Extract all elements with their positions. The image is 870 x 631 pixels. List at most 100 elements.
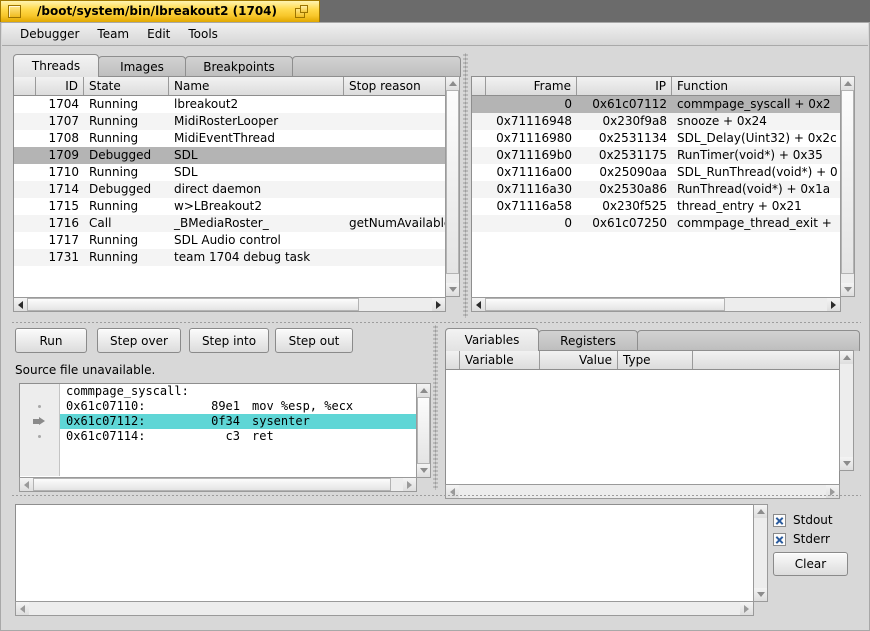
table-row[interactable]: 0x71116a580x230f525thread_entry + 0x21 (472, 198, 840, 215)
scroll-down-icon[interactable] (754, 588, 767, 601)
stack-hscroll-thumb[interactable] (485, 298, 725, 311)
disassembly-gutter[interactable] (20, 429, 60, 444)
disassembly-line[interactable]: 0x61c07114:c3ret (20, 429, 416, 444)
menu-debugger[interactable]: Debugger (11, 25, 88, 44)
disassembly-gutter[interactable] (20, 414, 60, 429)
table-row[interactable]: 1716Call_BMediaRoster_getNumAvailable() (14, 215, 445, 232)
zoom-box-icon[interactable] (295, 5, 311, 19)
scroll-down-icon[interactable] (446, 283, 459, 296)
disassembly-line[interactable]: 0x61c07110:89e1mov %esp, %ecx (20, 399, 416, 414)
close-box-icon[interactable] (8, 5, 21, 18)
table-row[interactable]: 1708RunningMidiEventThread (14, 130, 445, 147)
scroll-right-icon[interactable] (432, 298, 445, 311)
disasm-vscroll-thumb[interactable] (417, 397, 430, 464)
variables-vscrollbar[interactable] (839, 350, 854, 471)
scroll-down-icon[interactable] (841, 283, 854, 296)
scroll-down-icon[interactable] (417, 464, 430, 477)
scroll-up-icon[interactable] (841, 77, 854, 90)
variables-col-value[interactable]: Value (540, 351, 618, 369)
threads-vscroll-thumb[interactable] (446, 90, 459, 274)
threads-col-id[interactable]: ID (36, 77, 84, 95)
scroll-up-icon[interactable] (446, 77, 459, 90)
stacktrace-table-body[interactable]: 00x61c07112commpage_syscall + 0x20x71116… (472, 96, 840, 310)
console-splitter[interactable] (11, 493, 861, 498)
variables-col-type[interactable]: Type (618, 351, 693, 369)
stdout-checkbox-row[interactable]: Stdout (773, 513, 848, 527)
stacktrace-vscrollbar[interactable] (840, 76, 855, 297)
console-hscrollbar[interactable] (15, 601, 754, 616)
top-panels-splitter[interactable] (463, 53, 468, 318)
stack-vscroll-thumb[interactable] (841, 90, 854, 274)
scroll-down-icon[interactable] (840, 457, 853, 470)
threads-col-marker[interactable] (14, 77, 36, 95)
step-out-button[interactable]: Step out (275, 328, 353, 353)
console-vscrollbar[interactable] (753, 504, 768, 602)
clear-button[interactable]: Clear (773, 552, 848, 576)
table-row[interactable]: 0x71116a000x25090aaSDL_RunThread(void*) … (472, 164, 840, 181)
table-row[interactable]: 1707RunningMidiRosterLooper (14, 113, 445, 130)
disassembly-view[interactable]: commpage_syscall:0x61c07110:89e1mov %esp… (19, 383, 417, 478)
table-row[interactable]: 1715Runningw>LBreakout2 (14, 198, 445, 215)
disassembly-gutter[interactable] (20, 399, 60, 414)
stack-col-ip[interactable]: IP (577, 77, 672, 95)
variables-col-variable[interactable]: Variable (460, 351, 540, 369)
disassembly-vscrollbar[interactable] (416, 383, 431, 478)
console-output[interactable] (15, 504, 754, 602)
tab-threads[interactable]: Threads (13, 54, 99, 77)
disassembly-hscrollbar[interactable] (19, 477, 417, 492)
step-over-button[interactable]: Step over (97, 328, 181, 353)
table-row[interactable]: 1731Runningteam 1704 debug task (14, 249, 445, 266)
table-row[interactable]: 0x711169800x2531134SDL_Delay(Uint32) + 0… (472, 130, 840, 147)
scroll-up-icon[interactable] (754, 505, 767, 518)
table-row[interactable]: 1704Runninglbreakout2 (14, 96, 445, 113)
menu-tools[interactable]: Tools (179, 25, 227, 44)
stdout-checkbox[interactable] (773, 514, 786, 527)
lower-panels-splitter[interactable] (433, 325, 438, 490)
stderr-checkbox[interactable] (773, 533, 786, 546)
threads-table-body[interactable]: 1704Runninglbreakout21707RunningMidiRost… (14, 96, 445, 310)
scroll-right-icon[interactable] (740, 602, 753, 615)
tab-variables[interactable]: Variables (445, 328, 539, 351)
threads-col-stop-reason[interactable]: Stop reason (344, 77, 445, 95)
table-row[interactable]: 1709DebuggedSDL (14, 147, 445, 164)
threads-vscrollbar[interactable] (445, 76, 460, 297)
scroll-left-icon[interactable] (20, 478, 33, 491)
stack-col-function[interactable]: Function (672, 77, 840, 95)
table-row[interactable]: 0x71116a300x2530a86RunThread(void*) + 0x… (472, 181, 840, 198)
scroll-right-icon[interactable] (403, 478, 416, 491)
table-row[interactable]: 1714Debuggeddirect daemon (14, 181, 445, 198)
stack-col-frame[interactable]: Frame (486, 77, 577, 95)
variables-col-marker[interactable] (446, 351, 460, 369)
run-button[interactable]: Run (15, 328, 87, 353)
tab-breakpoints[interactable]: Breakpoints (185, 56, 293, 77)
threads-col-name[interactable]: Name (169, 77, 344, 95)
scroll-up-icon[interactable] (417, 384, 430, 397)
table-row[interactable]: 00x61c07112commpage_syscall + 0x2 (472, 96, 840, 113)
disasm-hscroll-thumb[interactable] (33, 478, 391, 491)
step-into-button[interactable]: Step into (189, 328, 269, 353)
scroll-right-icon[interactable] (827, 298, 840, 311)
table-row[interactable]: 1710RunningSDL (14, 164, 445, 181)
menu-team[interactable]: Team (88, 25, 138, 44)
stderr-checkbox-row[interactable]: Stderr (773, 532, 848, 546)
menu-edit[interactable]: Edit (138, 25, 179, 44)
disassembly-lines[interactable]: commpage_syscall:0x61c07110:89e1mov %esp… (20, 384, 416, 476)
breakpoint-dot-icon[interactable] (38, 435, 41, 438)
scroll-left-icon[interactable] (472, 298, 485, 311)
tab-registers[interactable]: Registers (538, 330, 638, 351)
stacktrace-hscrollbar[interactable] (471, 297, 841, 312)
variables-col-extra[interactable] (693, 351, 839, 369)
table-row[interactable]: 1717RunningSDL Audio control (14, 232, 445, 249)
table-row[interactable]: 0x711169480x230f9a8snooze + 0x24 (472, 113, 840, 130)
scroll-left-icon[interactable] (14, 298, 27, 311)
window-titlebar[interactable]: /boot/system/bin/lbreakout2 (1704) (0, 0, 320, 22)
current-instruction-arrow-icon[interactable] (33, 417, 46, 426)
stack-col-marker[interactable] (472, 77, 486, 95)
disassembly-line[interactable]: 0x61c07112:0f34sysenter (20, 414, 416, 429)
scroll-up-icon[interactable] (840, 351, 853, 364)
scroll-left-icon[interactable] (16, 602, 29, 615)
tab-images[interactable]: Images (98, 56, 186, 77)
disassembly-gutter[interactable] (20, 384, 60, 399)
breakpoint-dot-icon[interactable] (38, 405, 41, 408)
threads-hscroll-thumb[interactable] (27, 298, 359, 311)
